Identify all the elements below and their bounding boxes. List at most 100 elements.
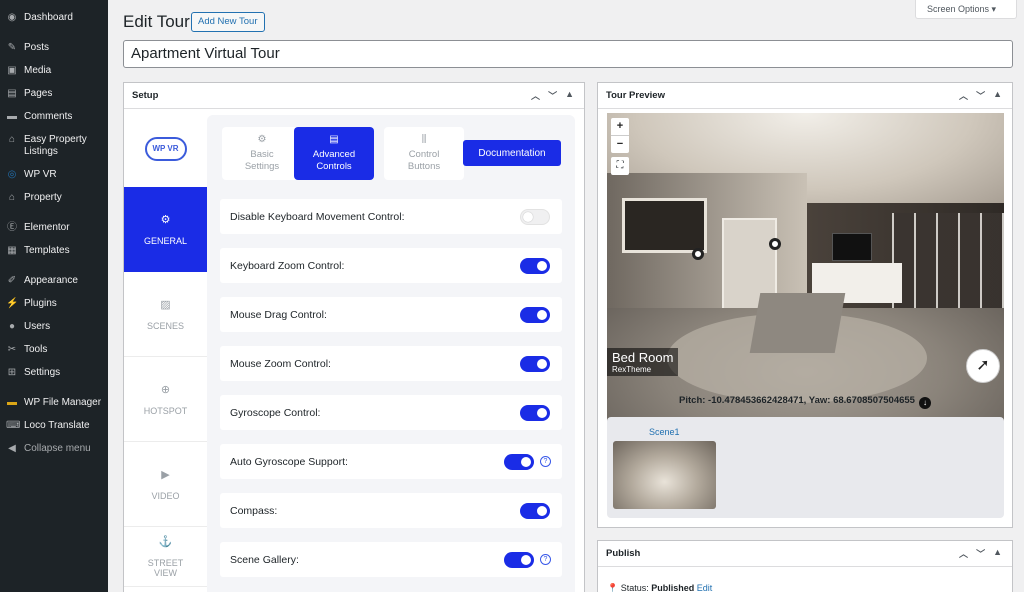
menu-plugins[interactable]: ⚡ Plugins — [0, 294, 108, 317]
toggle-switch[interactable] — [520, 209, 550, 225]
templates-icon: ▦ — [7, 245, 17, 256]
setup-header: Setup ︿ ﹀ ▲ — [124, 83, 584, 109]
documentation-button[interactable]: Documentation — [463, 140, 561, 166]
translate-icon: ⌨ — [6, 420, 21, 431]
menu-property[interactable]: ⌂ Property — [0, 188, 108, 211]
move-up-icon[interactable]: ︿ — [959, 89, 968, 102]
menu-settings[interactable]: ⊞ Settings — [0, 363, 108, 386]
move-down-icon[interactable]: ﹀ — [976, 547, 985, 560]
tab-hotspot[interactable]: ⊕ HOTSPOT — [124, 357, 207, 442]
page-icon: ▤ — [7, 88, 17, 99]
toggle-switch[interactable] — [504, 552, 534, 568]
elementor-icon: Ⓔ — [7, 222, 17, 233]
pitch-yaw-readout: Pitch: -10.478453662428471, Yaw: 68.6708… — [598, 395, 1012, 409]
menu-file-manager[interactable]: ▬ WP File Manager — [0, 393, 108, 416]
move-down-icon[interactable]: ﹀ — [548, 89, 557, 102]
toggle-panel-icon[interactable]: ▲ — [565, 89, 574, 102]
pin-icon: ✎ — [7, 42, 17, 53]
menu-comments[interactable]: ▬ Comments — [0, 107, 108, 130]
preview-title: Tour Preview — [606, 90, 665, 101]
zoom-in-button[interactable]: + — [611, 118, 629, 136]
setup-content: ⚙ Basic Settings ▤ Advanced Controls ⫼ Cont… — [207, 110, 584, 592]
settings-area: ⚙ Basic Settings ▤ Advanced Controls ⫼ Cont… — [207, 115, 575, 592]
collapse-menu[interactable]: ◀ Collapse menu — [0, 439, 108, 462]
scene-thumbnail[interactable] — [613, 441, 716, 509]
option-label: Auto Gyroscope Support: — [230, 455, 348, 468]
tab-scenes[interactable]: ▨ SCENES — [124, 272, 207, 357]
scene-gallery: Scene1 — [607, 417, 1004, 518]
menu-posts[interactable]: ✎ Posts — [0, 38, 108, 61]
menu-appearance[interactable]: ✐ Appearance — [0, 271, 108, 294]
zoom-out-button[interactable]: − — [611, 136, 629, 153]
publish-panel: Publish ︿ ﹀ ▲ 📍 Status: Published Edit — [597, 540, 1013, 592]
screen-options-button[interactable]: Screen Options ▾ — [915, 0, 1017, 19]
option-row: Gyroscope Control: — [220, 395, 562, 430]
menu-label: Pages — [24, 88, 53, 99]
tab-label: STREET VIEW — [147, 558, 184, 578]
publish-header: Publish ︿ ﹀ ▲ — [598, 541, 1012, 567]
move-down-icon[interactable]: ﹀ — [976, 89, 985, 102]
help-icon[interactable]: ? — [540, 456, 551, 467]
arrow-down-icon[interactable]: ↓ — [918, 397, 931, 409]
menu-elementor[interactable]: Ⓔ Elementor — [0, 218, 108, 241]
fullscreen-icon[interactable]: ⛶ — [611, 157, 629, 175]
menu-label: Loco Translate — [24, 420, 90, 431]
folder-icon: ▬ — [7, 397, 17, 408]
toggle-switch[interactable] — [520, 405, 550, 421]
tab-label: Advanced Controls — [312, 149, 356, 172]
status-value: Published — [651, 583, 695, 592]
menu-media[interactable]: ▣ Media — [0, 61, 108, 84]
toggle-switch[interactable] — [520, 503, 550, 519]
menu-easy-property[interactable]: ⌂ Easy Property Listings — [0, 130, 108, 165]
users-icon: ● — [8, 321, 16, 332]
option-label: Mouse Zoom Control: — [230, 357, 331, 370]
menu-templates[interactable]: ▦ Templates — [0, 241, 108, 264]
info-hotspot-icon[interactable] — [692, 248, 704, 260]
menu-label: WP VR — [24, 169, 57, 180]
menu-label: Dashboard — [24, 12, 73, 23]
tab-advanced-controls[interactable]: ▤ Advanced Controls — [294, 127, 374, 180]
toggle-panel-icon[interactable]: ▲ — [993, 547, 1002, 560]
option-row: Compass: — [220, 493, 562, 528]
tab-general[interactable]: ⚙ GENERAL — [124, 187, 207, 272]
toggle-panel-icon[interactable]: ▲ — [993, 89, 1002, 102]
help-icon[interactable]: ? — [540, 554, 551, 565]
tab-video[interactable]: ▶ VIDEO — [124, 442, 207, 527]
menu-wp-vr[interactable]: ◎ WP VR — [0, 165, 108, 188]
menu-loco-translate[interactable]: ⌨ Loco Translate — [0, 416, 108, 439]
menu-label: Property — [24, 192, 62, 203]
info-hotspot-icon[interactable] — [769, 238, 781, 250]
tab-label: SCENES — [146, 320, 184, 331]
pitch-yaw-text: Pitch: -10.478453662428471, Yaw: 68.6708… — [679, 395, 915, 406]
add-new-tour-button[interactable]: Add New Tour — [191, 12, 265, 32]
scene-gallery-label[interactable]: Scene1 — [649, 427, 680, 437]
tab-street-view[interactable]: ⚓ STREET VIEW — [124, 527, 207, 587]
edit-status-link[interactable]: Edit — [697, 583, 713, 592]
move-up-icon[interactable]: ︿ — [531, 89, 540, 102]
status-label: Status: — [620, 583, 649, 592]
panorama-viewer[interactable]: + − ⛶ Bed Room RexTheme ➚ — [607, 113, 1004, 466]
menu-dashboard[interactable]: ◉ Dashboard — [0, 8, 108, 31]
menu-label: Elementor — [24, 222, 70, 233]
menu-tools[interactable]: ✂ Tools — [0, 340, 108, 363]
toggle-switch[interactable] — [520, 258, 550, 274]
menu-label: Tools — [24, 344, 48, 355]
toggle-switch[interactable] — [504, 454, 534, 470]
option-row: Keyboard Zoom Control: — [220, 248, 562, 283]
tour-preview-panel: Tour Preview ︿ ﹀ ▲ + − ⛶ Bed Room RexThe… — [597, 82, 1013, 528]
wpvr-logo: WP VR — [144, 136, 187, 161]
setup-vertical-tabs: WP VR ⚙ GENERAL ▨ SCENES ⊕ HOTSPOT ▶ VIDEO ⚓… — [124, 110, 207, 592]
tab-control-buttons[interactable]: ⫼ Control Buttons — [384, 127, 464, 180]
tab-label: VIDEO — [151, 490, 180, 501]
menu-label: Plugins — [24, 298, 57, 309]
menu-users[interactable]: ● Users — [0, 317, 108, 340]
move-up-icon[interactable]: ︿ — [959, 547, 968, 560]
settings-icon: ⊞ — [7, 367, 17, 378]
preview-header: Tour Preview ︿ ﹀ ▲ — [598, 83, 1012, 109]
tour-title-input[interactable]: Apartment Virtual Tour — [123, 40, 1013, 68]
compass-icon[interactable]: ➚ — [966, 349, 1000, 383]
menu-pages[interactable]: ▤ Pages — [0, 84, 108, 107]
toggle-switch[interactable] — [520, 356, 550, 372]
tab-basic-settings[interactable]: ⚙ Basic Settings — [222, 127, 302, 180]
toggle-switch[interactable] — [520, 307, 550, 323]
